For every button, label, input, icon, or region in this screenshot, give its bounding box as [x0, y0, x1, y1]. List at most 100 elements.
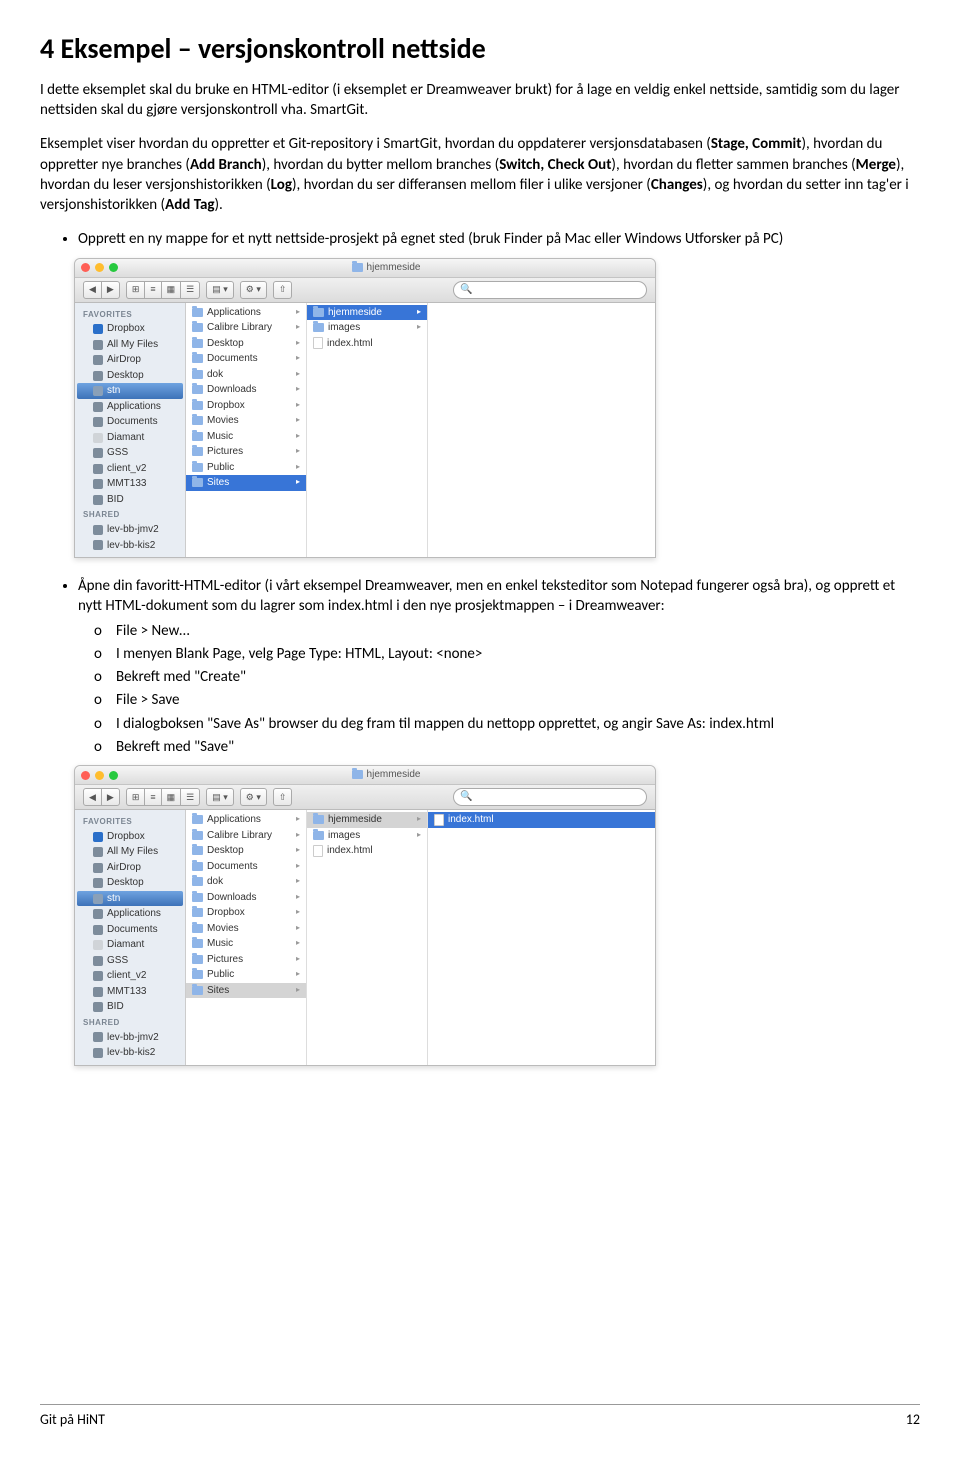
list-item[interactable]: Downloads▸	[186, 890, 306, 906]
list-item-selected[interactable]: hjemmeside▸	[307, 305, 427, 321]
toolbar: ◀▶ ⊞≡▦☰ ▤ ▾ ⚙ ▾ ⇧ 🔍	[75, 785, 655, 810]
sidebar-item-selected[interactable]: stn	[77, 383, 183, 399]
list-item[interactable]: Music▸	[186, 936, 306, 952]
list-item[interactable]: Applications▸	[186, 812, 306, 828]
view-buttons[interactable]: ⊞≡▦☰	[126, 788, 200, 806]
zoom-icon[interactable]	[109, 263, 118, 272]
list-item[interactable]: Pictures▸	[186, 444, 306, 460]
folder-icon	[192, 939, 203, 948]
sidebar-item[interactable]: lev-bb-jmv2	[75, 1030, 185, 1046]
minimize-icon[interactable]	[95, 263, 104, 272]
list-item[interactable]: Calibre Library▸	[186, 828, 306, 844]
action-button[interactable]: ⚙ ▾	[240, 281, 267, 299]
sidebar-item[interactable]: Documents	[75, 922, 185, 938]
close-icon[interactable]	[81, 263, 90, 272]
sub-item: Bekreft med "Create"	[116, 667, 920, 687]
sidebar-item-selected[interactable]: stn	[77, 891, 183, 907]
list-item[interactable]: Movies▸	[186, 921, 306, 937]
sidebar-item[interactable]: Diamant	[75, 937, 185, 953]
folder-icon	[192, 354, 203, 363]
folder-icon	[192, 846, 203, 855]
list-item[interactable]: Applications▸	[186, 305, 306, 321]
sidebar-item[interactable]: client_v2	[75, 968, 185, 984]
list-item[interactable]: Desktop▸	[186, 336, 306, 352]
arrange-button[interactable]: ▤ ▾	[206, 788, 234, 806]
sidebar-item[interactable]: Dropbox	[75, 321, 185, 337]
share-button[interactable]: ⇧	[273, 788, 293, 806]
list-item[interactable]: index.html	[307, 843, 427, 859]
sidebar-item[interactable]: GSS	[75, 445, 185, 461]
search-input[interactable]: 🔍	[453, 788, 647, 806]
list-item[interactable]: images▸	[307, 320, 427, 336]
computer-icon	[93, 540, 103, 550]
sidebar-item[interactable]: Diamant	[75, 430, 185, 446]
list-item-selected[interactable]: Sites▸	[186, 983, 306, 999]
sidebar-item[interactable]: client_v2	[75, 461, 185, 477]
list-item[interactable]: Documents▸	[186, 859, 306, 875]
sidebar-item[interactable]: lev-bb-kis2	[75, 538, 185, 554]
sidebar-item[interactable]: Applications	[75, 906, 185, 922]
list-item[interactable]: Music▸	[186, 429, 306, 445]
action-button[interactable]: ⚙ ▾	[240, 788, 267, 806]
close-icon[interactable]	[81, 771, 90, 780]
search-icon: 🔍	[460, 283, 472, 297]
list-item[interactable]: Pictures▸	[186, 952, 306, 968]
sidebar-item[interactable]: lev-bb-kis2	[75, 1045, 185, 1061]
minimize-icon[interactable]	[95, 771, 104, 780]
folder-icon	[192, 339, 203, 348]
list-item[interactable]: Documents▸	[186, 351, 306, 367]
sidebar-item[interactable]: Desktop	[75, 875, 185, 891]
dropbox-icon	[93, 324, 103, 334]
list-item-selected[interactable]: hjemmeside▸	[307, 812, 427, 828]
sidebar-item[interactable]: AirDrop	[75, 352, 185, 368]
list-item[interactable]: Movies▸	[186, 413, 306, 429]
page-footer: Git på HiNT 12	[40, 1404, 920, 1430]
sidebar-item[interactable]: Desktop	[75, 368, 185, 384]
list-item[interactable]: Desktop▸	[186, 843, 306, 859]
list-item[interactable]: Public▸	[186, 967, 306, 983]
list-item[interactable]: Dropbox▸	[186, 905, 306, 921]
sidebar-item[interactable]: Applications	[75, 399, 185, 415]
list-item[interactable]: Downloads▸	[186, 382, 306, 398]
list-item[interactable]: images▸	[307, 828, 427, 844]
sidebar-item[interactable]: All My Files	[75, 337, 185, 353]
folder-icon	[93, 448, 103, 458]
sidebar-heading-shared: SHARED	[75, 1015, 185, 1030]
folder-icon	[93, 340, 103, 350]
arrange-button[interactable]: ▤ ▾	[206, 281, 234, 299]
share-button[interactable]: ⇧	[273, 281, 293, 299]
nav-buttons[interactable]: ◀▶	[83, 281, 120, 299]
window-title: hjemmeside	[123, 768, 649, 782]
sidebar-item[interactable]: BID	[75, 492, 185, 508]
sidebar-item[interactable]: Documents	[75, 414, 185, 430]
sidebar: FAVORITES Dropbox All My Files AirDrop D…	[75, 810, 186, 1065]
footer-left: Git på HiNT	[40, 1411, 105, 1430]
sidebar-item[interactable]: BID	[75, 999, 185, 1015]
list-item[interactable]: index.html	[307, 336, 427, 352]
list-item-selected[interactable]: index.html	[428, 812, 655, 828]
view-buttons[interactable]: ⊞≡▦☰	[126, 281, 200, 299]
list-item-selected[interactable]: Sites▸	[186, 475, 306, 491]
computer-icon	[93, 525, 103, 535]
zoom-icon[interactable]	[109, 771, 118, 780]
sidebar-item[interactable]: GSS	[75, 953, 185, 969]
list-item[interactable]: Dropbox▸	[186, 398, 306, 414]
nav-buttons[interactable]: ◀▶	[83, 788, 120, 806]
list-item[interactable]: dok▸	[186, 874, 306, 890]
sidebar-item[interactable]: lev-bb-jmv2	[75, 522, 185, 538]
search-input[interactable]: 🔍	[453, 281, 647, 299]
list-item[interactable]: Calibre Library▸	[186, 320, 306, 336]
list-item[interactable]: dok▸	[186, 367, 306, 383]
list-item[interactable]: Public▸	[186, 460, 306, 476]
sidebar-item[interactable]: All My Files	[75, 844, 185, 860]
sidebar-item[interactable]: Dropbox	[75, 829, 185, 845]
intro-paragraph-2: Eksemplet viser hvordan du oppretter et …	[40, 134, 920, 215]
folder-icon	[192, 924, 203, 933]
dropbox-icon	[93, 832, 103, 842]
sidebar-item[interactable]: MMT133	[75, 476, 185, 492]
sidebar-item[interactable]: MMT133	[75, 984, 185, 1000]
folder-icon	[93, 464, 103, 474]
folder-icon	[192, 955, 203, 964]
sidebar-item[interactable]: AirDrop	[75, 860, 185, 876]
bullet-2: Åpne din favoritt-HTML-editor (i vårt ek…	[78, 576, 920, 757]
